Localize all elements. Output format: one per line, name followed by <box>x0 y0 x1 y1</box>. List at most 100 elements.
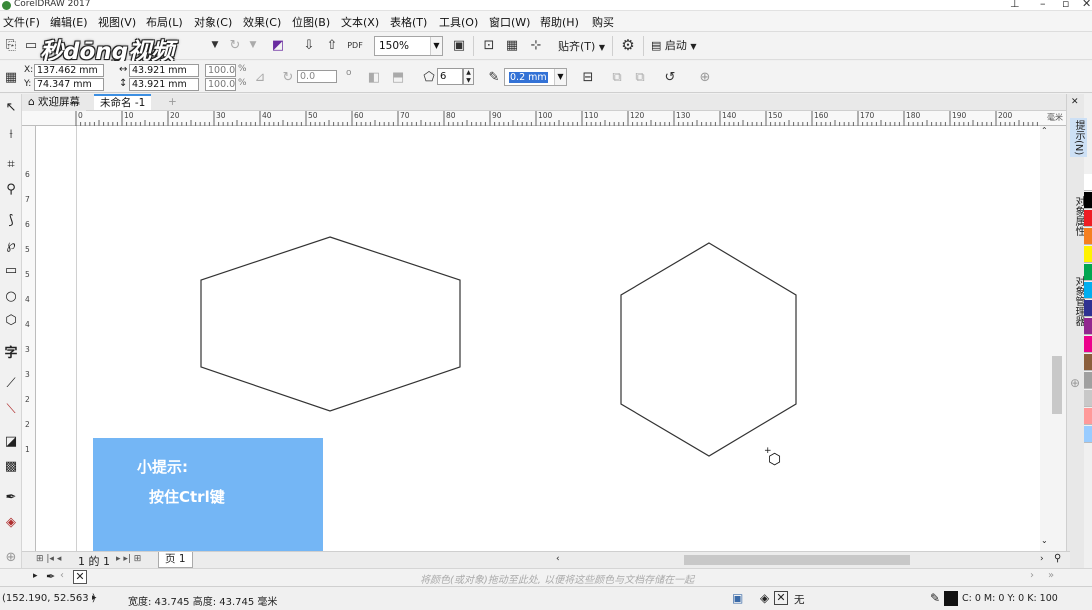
zoom-level-select[interactable]: 150% ▼ <box>374 36 443 56</box>
corel-connect-icon[interactable]: ◩ <box>268 35 288 55</box>
sides-spinner[interactable]: ▲ ▼ <box>463 68 474 85</box>
scroll-right-icon[interactable]: › <box>1040 554 1044 564</box>
palette-swatch[interactable] <box>1084 210 1092 227</box>
palette-swatch[interactable] <box>1084 354 1092 371</box>
menu-window[interactable]: 窗口(W) <box>489 14 530 30</box>
palette-more-icon[interactable]: » <box>1048 570 1054 581</box>
menu-file[interactable]: 文件(F) <box>3 14 40 30</box>
to-back-icon[interactable]: ⧉ <box>630 67 650 87</box>
horizontal-ruler[interactable]: 0 10 20 30 40 50 60 70 80 90 100 110 120 130 140 150 160… <box>22 111 1070 126</box>
rotate-icon[interactable]: ↻ <box>278 67 298 87</box>
snap-to-button[interactable]: 贴齐(T) ▼ <box>558 38 605 54</box>
options-gear-icon[interactable]: ⚙ <box>618 35 638 55</box>
palette-swatch[interactable] <box>1084 372 1092 389</box>
page-tab-1[interactable]: 页 1 <box>158 552 193 568</box>
new-document-icon[interactable]: ⎘ <box>1 35 21 55</box>
horizontal-scroll-thumb[interactable] <box>684 555 910 565</box>
add-tool-icon[interactable]: ⊕ <box>1 548 21 568</box>
outline-color-swatch[interactable] <box>944 591 958 606</box>
mirror-horizontal-icon[interactable]: ◧ <box>364 67 384 87</box>
full-screen-icon[interactable]: ▣ <box>449 35 469 55</box>
lock-ratio-icon[interactable]: ⊿ <box>250 67 270 87</box>
open-folder-icon[interactable]: ▭ <box>21 35 41 55</box>
palette-swatch[interactable] <box>1084 336 1092 353</box>
palette-swatch[interactable] <box>1084 192 1092 209</box>
hexagon-wide[interactable] <box>200 236 461 412</box>
scroll-down-icon[interactable]: ⌄ <box>1041 536 1048 545</box>
menu-table[interactable]: 表格(T) <box>390 14 427 30</box>
freehand-tool-icon[interactable]: ⟆ <box>1 211 21 231</box>
show-rulers-icon[interactable]: ⊡ <box>479 35 499 55</box>
palette-arrow-icon[interactable]: ▸ <box>33 571 38 581</box>
menu-bitmaps[interactable]: 位图(B) <box>292 14 330 30</box>
palette-right-icon[interactable]: › <box>1030 570 1034 581</box>
palette-swatch[interactable] <box>1084 174 1092 191</box>
add-tab-icon[interactable]: + <box>162 95 183 111</box>
pick-tool-icon[interactable]: ↖ <box>1 98 21 118</box>
redo-dropdown-icon[interactable]: ▼ <box>243 35 263 55</box>
menu-buy[interactable]: 购买 <box>592 14 614 30</box>
shape-tool-icon[interactable]: ⟊ <box>1 125 21 145</box>
launch-button[interactable]: ▤ 启动 ▼ <box>651 37 697 53</box>
minimize-button[interactable]: – <box>1040 0 1046 10</box>
scroll-up-icon[interactable]: ⌃ <box>1041 126 1048 135</box>
nav-buttons[interactable]: ⊞ |◂ ◂ <box>36 554 61 564</box>
scroll-thumb[interactable] <box>1052 356 1062 414</box>
height-field[interactable]: 43.921 mm <box>129 78 199 91</box>
palette-swatch[interactable] <box>1084 264 1092 281</box>
add-docker-icon[interactable]: ⊕ <box>1070 376 1080 390</box>
convert-to-curves-icon[interactable]: ↺ <box>660 67 680 87</box>
show-guidelines-icon[interactable]: ⊹ <box>526 35 546 55</box>
zoom-icon[interactable]: ⚲ <box>1054 553 1061 564</box>
connector-tool-icon[interactable]: ⟍ <box>1 400 21 420</box>
crop-tool-icon[interactable]: ⌗ <box>1 155 21 175</box>
polygon-sides-field[interactable]: 6 <box>437 68 463 85</box>
hexagon-regular[interactable] <box>620 242 797 457</box>
restore-button[interactable]: ▫ <box>1062 0 1069 10</box>
palette-swatch[interactable] <box>1084 390 1092 407</box>
eyedropper-icon[interactable]: ✒ <box>46 570 55 583</box>
palette-swatch[interactable] <box>1084 408 1092 425</box>
rotation-field[interactable]: 0.0 <box>297 70 337 83</box>
import-icon[interactable]: ⇩ <box>299 35 319 55</box>
outline-width-select[interactable]: 0.2 mm ▼ <box>504 68 567 86</box>
transparency-tool-icon[interactable]: ▩ <box>1 457 21 477</box>
menu-help[interactable]: 帮助(H) <box>540 14 579 30</box>
publish-pdf-icon[interactable]: PDF <box>345 35 365 55</box>
menu-effects[interactable]: 效果(C) <box>243 14 281 30</box>
color-proof-icon[interactable]: ▣ <box>732 591 743 605</box>
close-button[interactable]: ✕ <box>1082 0 1091 10</box>
palette-swatch[interactable] <box>1084 228 1092 245</box>
palette-swatch[interactable] <box>1084 246 1092 263</box>
text-tool-icon[interactable]: 字 <box>1 344 21 364</box>
x-position-field[interactable]: 137.462 mm <box>34 64 104 77</box>
zoom-tool-icon[interactable]: ⚲ <box>1 180 21 200</box>
palette-swatch[interactable] <box>1084 300 1092 317</box>
menu-object[interactable]: 对象(C) <box>194 14 232 30</box>
palette-left-icon[interactable]: ‹ <box>60 570 64 581</box>
ellipse-tool-icon[interactable]: ○ <box>1 287 21 307</box>
y-position-field[interactable]: 74.347 mm <box>34 78 104 91</box>
drop-shadow-icon[interactable]: ◪ <box>1 432 21 452</box>
palette-swatch[interactable] <box>1084 426 1092 443</box>
fill-none-swatch[interactable]: ✕ <box>774 591 788 605</box>
parallel-dimension-icon[interactable]: ⟋ <box>1 374 21 394</box>
nav-forward[interactable]: ▸ ▸| ⊞ <box>116 554 141 564</box>
no-color-swatch[interactable]: ✕ <box>73 570 87 584</box>
scale-x-field[interactable]: 100.0 <box>205 64 236 77</box>
drawing-canvas[interactable]: ⬡ + 小提示: 按住Ctrl键 <box>36 126 1040 551</box>
rectangle-tool-icon[interactable]: ▭ <box>1 261 21 281</box>
redo-icon[interactable]: ↻ <box>225 35 245 55</box>
scroll-left-icon[interactable]: ‹ <box>556 554 560 564</box>
menu-text[interactable]: 文本(X) <box>341 14 379 30</box>
show-grid-icon[interactable]: ▦ <box>502 35 522 55</box>
status-arrow-icon[interactable]: ▸ <box>92 593 97 603</box>
eyedropper-icon[interactable]: ✒ <box>1 488 21 508</box>
palette-swatch[interactable] <box>1084 282 1092 299</box>
add-icon[interactable]: ⊕ <box>695 67 715 87</box>
to-front-icon[interactable]: ⧉ <box>607 67 627 87</box>
width-field[interactable]: 43.921 mm <box>129 64 199 77</box>
polygon-tool-icon[interactable]: ⬡ <box>1 311 21 331</box>
artistic-media-icon[interactable]: ℘ <box>1 236 21 256</box>
scale-y-field[interactable]: 100.0 <box>205 78 236 91</box>
